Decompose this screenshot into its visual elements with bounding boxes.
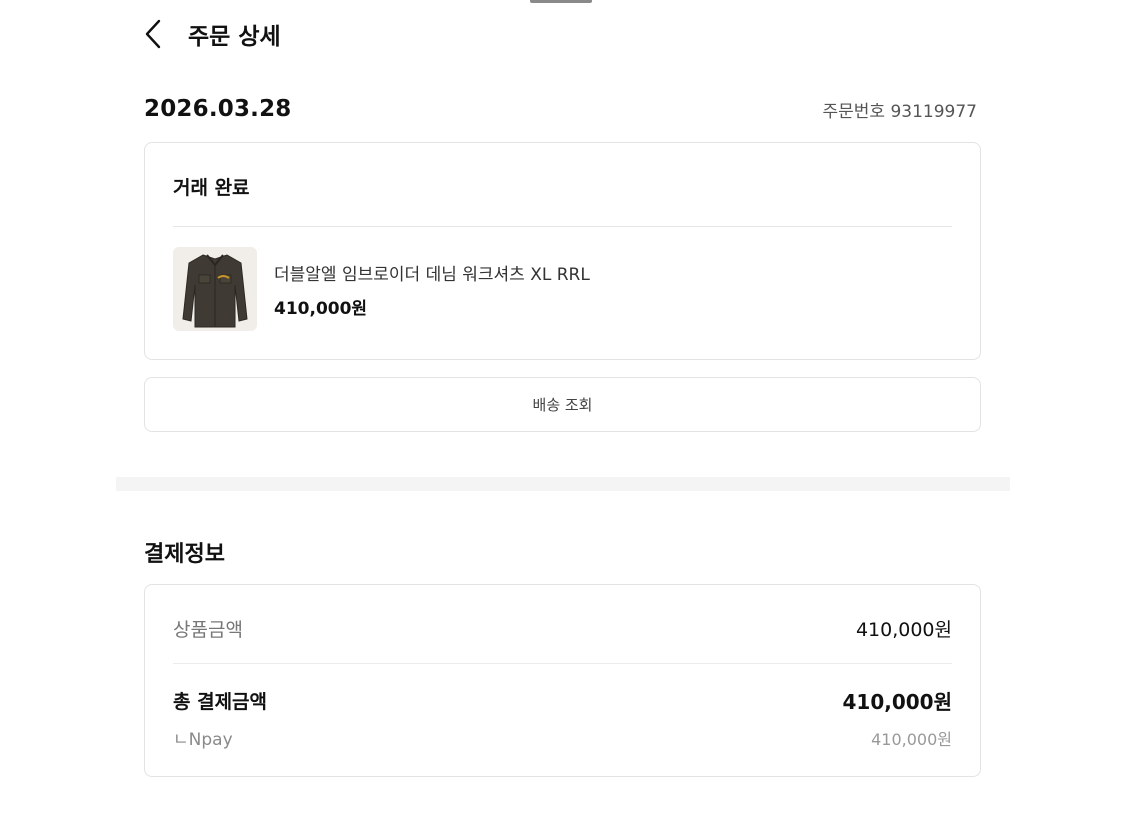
payment-title: 결제정보 xyxy=(144,542,225,567)
product-image[interactable] xyxy=(173,247,257,331)
product-info: 더블알엘 임브로이더 데님 워크셔츠 XL RRL 410,000원 xyxy=(274,260,590,319)
chevron-left-icon xyxy=(145,19,161,49)
divider xyxy=(173,663,952,664)
page-title: 주문 상세 xyxy=(188,24,281,50)
product-price: 410,000원 xyxy=(274,298,368,319)
order-number: 주문번호 93119977 xyxy=(822,101,978,122)
header: 주문 상세 xyxy=(144,14,281,54)
goods-amount-label: 상품금액 xyxy=(173,619,243,641)
tracking-button[interactable]: 배송 조회 xyxy=(144,377,981,432)
total-amount-label: 총 결제금액 xyxy=(173,691,268,713)
goods-amount-row: 상품금액 410,000원 xyxy=(173,615,952,642)
product-name[interactable]: 더블알엘 임브로이더 데님 워크셔츠 XL RRL xyxy=(274,260,590,285)
payment-card: 상품금액 410,000원 총 결제금액 410,000원 ㄴNpay 410,… xyxy=(144,584,981,777)
payment-method-row: ㄴNpay 410,000원 xyxy=(173,725,952,751)
section-divider xyxy=(116,477,1010,491)
payment-method-label: ㄴNpay xyxy=(173,730,233,750)
total-amount-value: 410,000원 xyxy=(842,690,953,714)
divider xyxy=(173,226,952,227)
order-meta: 2026.03.28 주문번호 93119977 xyxy=(144,96,977,122)
back-button[interactable] xyxy=(144,14,174,54)
order-date: 2026.03.28 xyxy=(144,96,292,122)
payment-method-value: 410,000원 xyxy=(871,729,952,749)
goods-amount-value: 410,000원 xyxy=(855,619,952,641)
shirt-icon xyxy=(182,254,248,328)
order-status: 거래 완료 xyxy=(173,177,250,199)
top-handle xyxy=(530,0,592,3)
product-item[interactable]: 더블알엘 임브로이더 데님 워크셔츠 XL RRL 410,000원 xyxy=(173,247,590,331)
total-amount-row: 총 결제금액 410,000원 xyxy=(173,686,952,715)
order-card: 거래 완료 더블알엘 임브로이더 데님 워크셔츠 XL RRL 410,000원 xyxy=(144,142,981,360)
